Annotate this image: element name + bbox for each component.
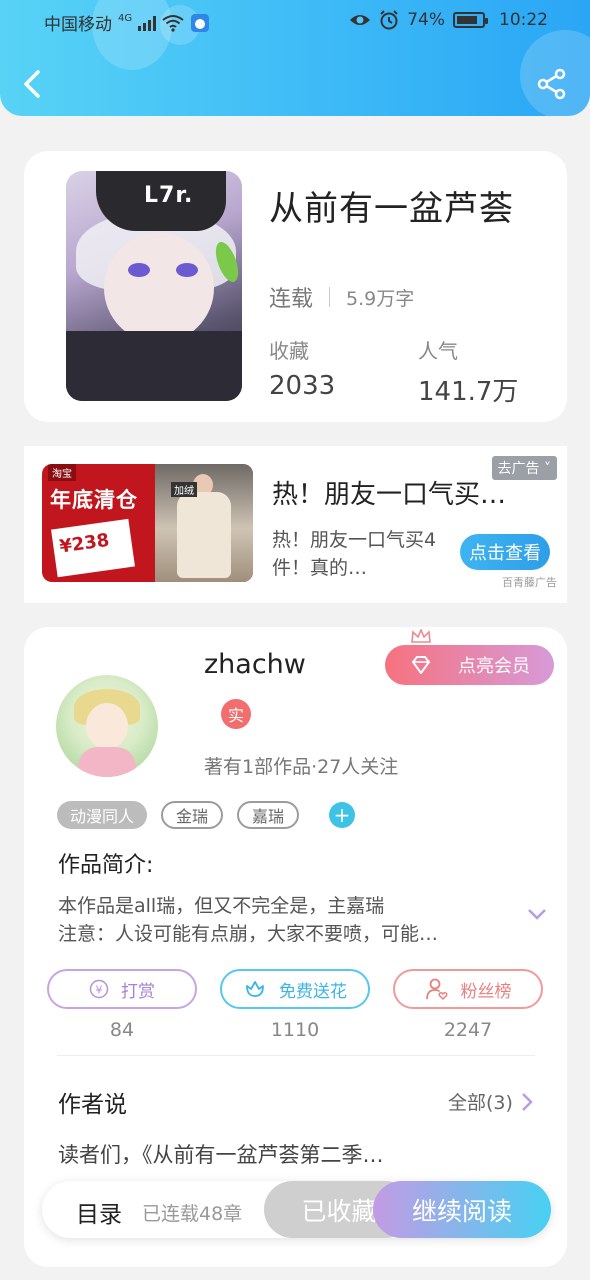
ad-banner[interactable]: 淘宝 年底清仓 ¥238 加绒 去广告 ˅ 热！朋友一口气买… 热！朋友一口气买…: [24, 446, 567, 603]
yen-coin-icon: ¥: [89, 979, 109, 999]
bottom-action-bar: 目录 已连载48章 已收藏 继续阅读: [42, 1181, 551, 1238]
tip-button[interactable]: ¥ 打赏: [47, 969, 197, 1009]
battery-icon: [453, 12, 488, 28]
carrier-label: 中国移动: [44, 15, 112, 35]
book-info-card: L7r. 从前有一盆芦荟 连载 5.9万字 收藏 2033 人气 141.7万: [24, 151, 567, 422]
continue-reading-button[interactable]: 继续阅读: [373, 1181, 551, 1238]
ad-title[interactable]: 热！朋友一口气买…: [272, 474, 542, 511]
flower-count: 1110: [270, 1019, 320, 1041]
tag-item[interactable]: 金瑞: [161, 801, 224, 829]
alarm-icon: [380, 10, 398, 30]
intro-heading: 作品简介:: [58, 853, 154, 878]
tag-item[interactable]: 嘉瑞: [237, 801, 300, 829]
chevron-down-icon[interactable]: [527, 907, 547, 921]
share-icon[interactable]: [536, 68, 568, 100]
vip-button[interactable]: 点亮会员: [385, 645, 554, 685]
back-icon[interactable]: [18, 66, 48, 102]
favorites-label: 收藏: [269, 339, 309, 363]
book-title: 从前有一盆芦荟: [269, 189, 514, 229]
clock: 10:22: [499, 10, 548, 30]
crown-icon: [411, 629, 431, 643]
chevron-right-icon: [522, 1092, 533, 1111]
verified-badge: 实: [221, 699, 251, 729]
author-name[interactable]: zhachw: [204, 649, 306, 680]
ad-image[interactable]: 淘宝 年底清仓 ¥238 加绒: [42, 464, 253, 582]
book-cover[interactable]: L7r.: [66, 171, 242, 401]
signal-icon: [138, 15, 157, 31]
ad-source-label: 百青藤广告: [502, 576, 557, 589]
author-says-text[interactable]: 读者们，《从前有一盆芦荟第二季…: [58, 1139, 498, 1169]
toc-button[interactable]: 目录: [76, 1195, 122, 1229]
ad-description: 热！朋友一口气买4件！真的…: [272, 529, 437, 579]
author-card: zhachw 实 著有1部作品·27人关注 点亮会员 动漫同人 金瑞 嘉瑞 + …: [24, 627, 567, 1267]
author-says-heading: 作者说: [58, 1092, 127, 1118]
tag-item[interactable]: 动漫同人: [57, 801, 148, 829]
svg-text:¥: ¥: [96, 984, 103, 997]
add-tag-icon[interactable]: +: [329, 802, 356, 828]
app-notification-icon: [191, 13, 210, 32]
ad-view-button[interactable]: 点击查看: [460, 534, 550, 570]
intro-text: 本作品是all瑞，但又不完全是，主嘉瑞 注意：人设可能有点崩，大家不要喷，可能…: [58, 895, 439, 945]
eye-icon: [350, 15, 371, 25]
send-flower-button[interactable]: 免费送花: [220, 969, 370, 1009]
network-label: 4G: [118, 13, 133, 24]
divider: [57, 1055, 535, 1056]
flower-icon: [246, 981, 264, 997]
chapter-count: 已连载48章: [142, 1203, 243, 1225]
fan-rank-button[interactable]: 粉丝榜: [393, 969, 543, 1009]
fan-count: 2247: [443, 1019, 493, 1041]
popularity-label: 人气: [418, 339, 458, 363]
serial-status: 连载: [269, 287, 314, 312]
header-bar: 中国移动 4G 74% 10:22: [0, 0, 590, 116]
tag-list: 动漫同人 金瑞 嘉瑞 +: [57, 801, 356, 829]
battery-percent: 74%: [407, 10, 445, 30]
avatar[interactable]: [56, 675, 158, 777]
user-heart-icon: [425, 978, 448, 1001]
favorites-count: 2033: [269, 371, 336, 401]
author-meta: 著有1部作品·27人关注: [204, 756, 399, 778]
popularity-count: 141.7万: [418, 377, 519, 407]
diamond-icon: [411, 656, 431, 674]
tip-count: 84: [109, 1019, 135, 1041]
status-bar: 中国移动 4G 74% 10:22: [0, 8, 590, 36]
wifi-icon: [162, 14, 184, 32]
book-status-row: 连载 5.9万字: [269, 281, 414, 313]
author-says-all-link[interactable]: 全部(3): [448, 1088, 533, 1115]
word-count: 5.9万字: [346, 287, 415, 310]
